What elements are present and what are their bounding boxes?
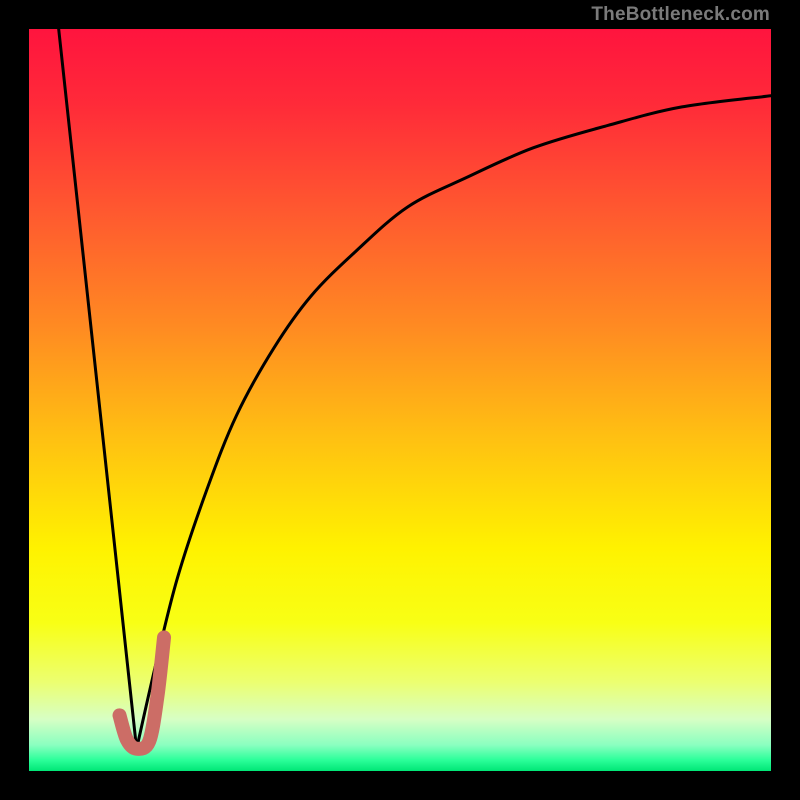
right-curve-line	[137, 96, 771, 749]
plot-area	[29, 29, 771, 771]
watermark-text: TheBottleneck.com	[591, 4, 770, 26]
curve-layer	[29, 29, 771, 771]
chart-frame: TheBottleneck.com	[0, 0, 800, 800]
left-descent-line	[59, 29, 137, 749]
